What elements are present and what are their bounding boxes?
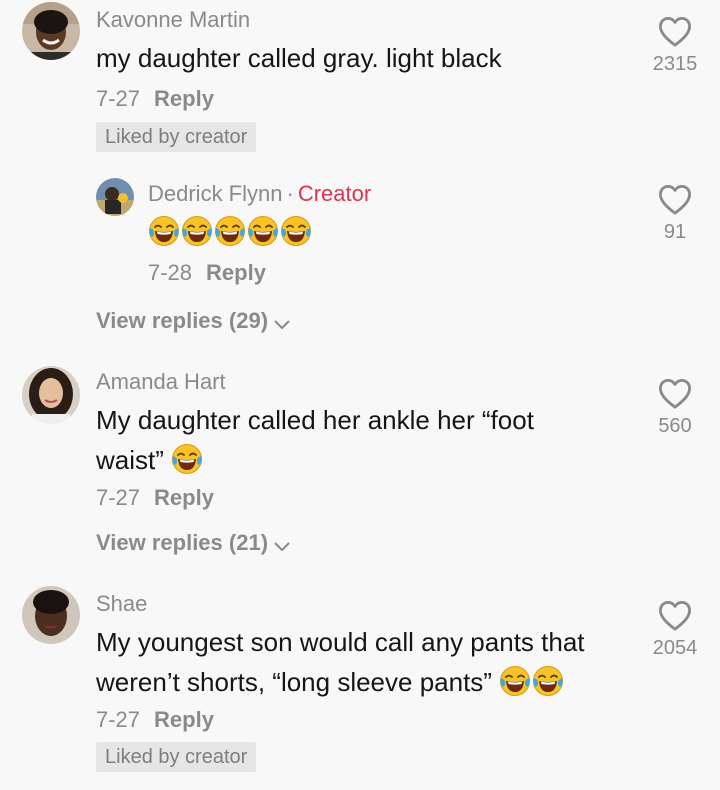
avatar[interactable] — [22, 366, 80, 424]
comment-author[interactable]: Amanda Hart — [96, 369, 226, 395]
heart-icon[interactable] — [658, 16, 692, 48]
reply-author-name[interactable]: Dedrick Flynn — [148, 181, 282, 206]
heart-icon[interactable] — [658, 184, 692, 216]
comment-author: Dedrick Flynn · Creator — [148, 181, 371, 207]
avatar[interactable] — [22, 2, 80, 60]
liked-by-creator-badge: Liked by creator — [96, 742, 257, 772]
separator-dot: · — [286, 181, 294, 206]
heart-icon[interactable] — [658, 378, 692, 410]
comment-meta: 7-27 Reply — [96, 707, 214, 733]
laughing-emoji-icon — [247, 215, 279, 247]
reply-item: Dedrick Flynn · Creator 7-28 Reply 91 — [0, 170, 720, 300]
comment-author[interactable]: Kavonne Martin — [96, 7, 250, 33]
comment-text-line: My youngest son would call any pants tha… — [96, 627, 585, 657]
comment-item: Kavonne Martin my daughter called gray. … — [0, 0, 720, 160]
comment-text — [148, 212, 688, 252]
comment-meta: 7-28 Reply — [148, 260, 266, 286]
creator-tag: Creator — [297, 181, 372, 206]
comment-text-line: weren’t shorts, “long sleeve pants” — [96, 662, 636, 702]
laughing-emoji-icon — [214, 215, 246, 247]
laughing-emoji-icon — [499, 665, 531, 697]
reply-button[interactable]: Reply — [154, 86, 214, 111]
comment-meta: 7-27 Reply — [96, 86, 214, 112]
like-button[interactable]: 2315 — [635, 16, 715, 76]
like-count: 2054 — [652, 637, 698, 659]
like-button[interactable]: 2054 — [635, 600, 715, 660]
heart-icon[interactable] — [658, 600, 692, 632]
comment-text-fragment: waist” — [96, 445, 164, 475]
reply-button[interactable]: Reply — [154, 485, 214, 510]
comment-date: 7-27 — [96, 86, 141, 111]
chevron-down-icon — [274, 320, 290, 330]
like-button[interactable]: 560 — [635, 378, 715, 438]
comments-panel: Kavonne Martin my daughter called gray. … — [0, 0, 720, 790]
reply-button[interactable]: Reply — [154, 707, 214, 732]
avatar[interactable] — [96, 178, 134, 216]
comment-item: Shae My youngest son would call any pant… — [0, 584, 720, 784]
liked-by-creator-badge: Liked by creator — [96, 122, 257, 152]
comment-text-line: waist” — [96, 440, 636, 480]
laughing-emoji-icon — [148, 215, 180, 247]
comment-text-fragment: weren’t shorts, “long sleeve pants” — [96, 667, 492, 697]
chevron-down-icon — [274, 542, 290, 552]
laughing-emoji-icon — [181, 215, 213, 247]
comment-author[interactable]: Shae — [96, 591, 147, 617]
laughing-emoji-icon — [280, 215, 312, 247]
like-count: 91 — [663, 221, 687, 243]
view-replies-label: View replies (21) — [96, 530, 269, 555]
laughing-emoji-icon — [532, 665, 564, 697]
comment-text-line: My daughter called her ankle her “foot — [96, 405, 534, 435]
avatar[interactable] — [22, 586, 80, 644]
laughing-emoji-icon — [171, 443, 203, 475]
reply-button[interactable]: Reply — [206, 260, 266, 285]
comment-text: My daughter called her ankle her “foot w… — [96, 400, 636, 480]
comment-text: my daughter called gray. light black — [96, 43, 502, 73]
comment-date: 7-27 — [96, 485, 141, 510]
comment-item: Amanda Hart My daughter called her ankle… — [0, 362, 720, 562]
view-replies-button[interactable]: View replies (29) — [96, 308, 290, 334]
comment-date: 7-28 — [148, 260, 193, 285]
like-count: 560 — [658, 415, 692, 437]
like-button[interactable]: 91 — [635, 184, 715, 244]
view-replies-button[interactable]: View replies (21) — [96, 530, 290, 556]
comment-date: 7-27 — [96, 707, 141, 732]
view-replies-label: View replies (29) — [96, 308, 269, 333]
like-count: 2315 — [652, 53, 698, 75]
comment-text: My youngest son would call any pants tha… — [96, 622, 636, 702]
comment-meta: 7-27 Reply — [96, 485, 214, 511]
